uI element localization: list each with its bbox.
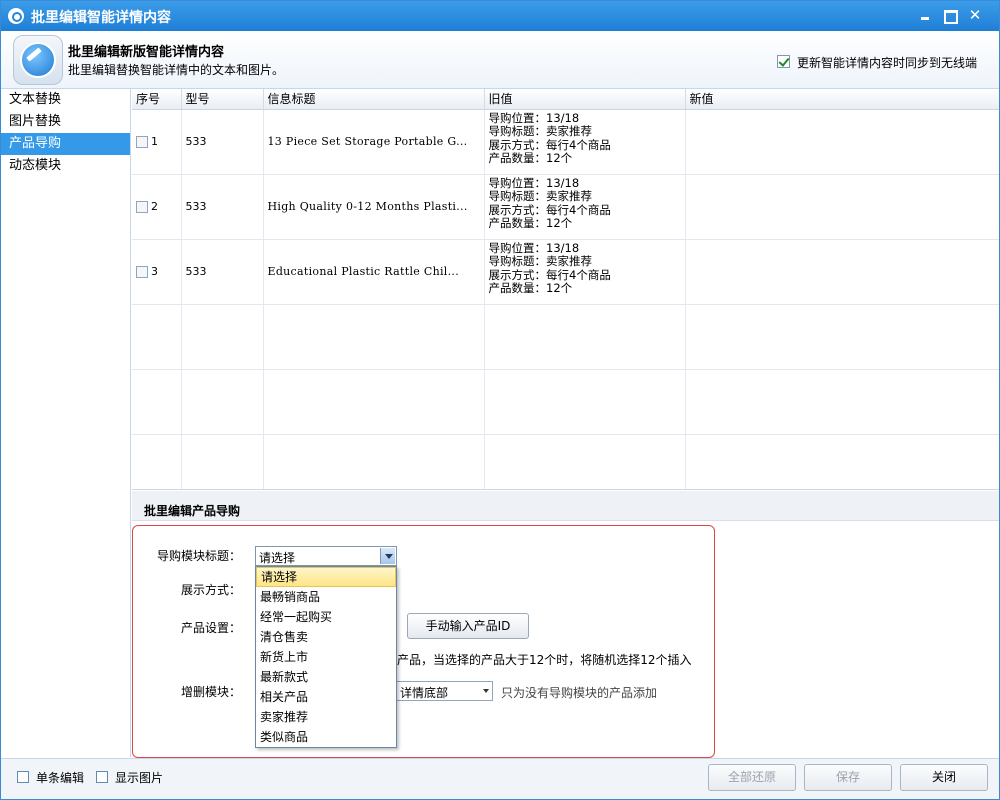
guide-title-value: 请选择 — [259, 551, 296, 565]
row-model: 533 — [181, 174, 264, 240]
row-checkbox[interactable] — [136, 266, 148, 278]
single-edit-checkbox[interactable] — [17, 771, 29, 783]
module-position-note: 只为没有导购模块的产品添加 — [501, 686, 658, 700]
col-title[interactable]: 信息标题 — [263, 89, 485, 110]
col-index[interactable]: 序号 — [132, 89, 182, 110]
row-old-value: 导购位置：13/18 导购标题：卖家推荐 展示方式：每行4个商品 产品数量：12… — [484, 174, 686, 240]
old-line: 导购位置：13/18 — [488, 175, 580, 190]
sidebar-item-product-guide[interactable]: 产品导购 — [1, 133, 130, 155]
restore-all-button[interactable]: 全部还原 — [708, 764, 796, 791]
app-logo-icon — [8, 8, 24, 24]
row-index-cell: 2 — [132, 174, 182, 240]
product-setting-label: 产品设置： — [180, 621, 241, 635]
row-checkbox[interactable] — [136, 136, 148, 148]
product-setting-note: 产品，当选择的产品大于12个时，将随机选择12个插入 — [397, 653, 692, 667]
dropdown-option[interactable]: 清仓售卖 — [256, 627, 396, 647]
row-old-value: 导购位置：13/18 导购标题：卖家推荐 展示方式：每行4个商品 产品数量：12… — [484, 239, 686, 305]
guide-title-label: 导购模块标题： — [156, 549, 241, 563]
sync-wireless-checkbox[interactable] — [777, 55, 790, 68]
manual-product-id-button[interactable]: 手动输入产品ID — [407, 613, 529, 639]
module-section-title: 批里编辑产品导购 — [144, 504, 241, 518]
header-title: 批里编辑新版智能详情内容 — [68, 45, 225, 60]
col-new-value[interactable]: 新值 — [685, 89, 999, 110]
close-button[interactable]: 关闭 — [900, 764, 988, 791]
header-subtitle: 批里编辑替换智能详情中的文本和图片。 — [68, 63, 285, 77]
old-line: 产品数量：12个 — [488, 151, 573, 165]
dropdown-option[interactable]: 类似商品 — [256, 727, 396, 747]
row-index: 3 — [151, 265, 158, 278]
row-index: 2 — [151, 200, 158, 213]
old-line: 展示方式：每行4个商品 — [488, 137, 611, 152]
sidebar-item-image-replace[interactable]: 图片替换 — [1, 111, 130, 133]
window-title: 批里编辑智能详情内容 — [31, 10, 171, 26]
product-table: 序号 型号 信息标题 旧值 新值 1 533 13 Piece Set Stor… — [132, 89, 999, 490]
footer-bar: 单条编辑 显示图片 全部还原 保存 关闭 — [1, 758, 999, 799]
dropdown-option[interactable]: 相关产品 — [256, 687, 396, 707]
show-images-checkbox[interactable] — [96, 771, 108, 783]
product-guide-form: 导购模块标题： 请选择 展示方式： 产品设置： 手动输入产品ID 产品，当选择的… — [132, 525, 715, 758]
sync-wireless-label[interactable]: 更新智能详情内容时同步到无线端 — [797, 54, 977, 71]
row-title: Educational Plastic Rattle Chil... — [263, 239, 485, 305]
save-button[interactable]: 保存 — [804, 764, 892, 791]
col-old-value[interactable]: 旧值 — [484, 89, 686, 110]
row-index-cell: 1 — [132, 109, 182, 175]
dropdown-option[interactable]: 经常一起购买 — [256, 607, 396, 627]
sidebar-item-dynamic-module[interactable]: 动态模块 — [1, 155, 130, 177]
row-index: 1 — [151, 135, 158, 148]
empty-row — [132, 304, 999, 370]
display-mode-label: 展示方式： — [180, 583, 241, 597]
row-new-value — [685, 174, 999, 240]
dropdown-option[interactable]: 新货上市 — [256, 647, 396, 667]
chevron-down-icon[interactable] — [483, 689, 489, 693]
row-checkbox[interactable] — [136, 201, 148, 213]
old-line: 导购位置：13/18 — [488, 240, 580, 255]
empty-row — [132, 434, 999, 489]
old-line: 展示方式：每行4个商品 — [488, 267, 611, 282]
table-row[interactable]: 2 533 High Quality 0-12 Months Plasti...… — [132, 174, 999, 240]
sidebar: 文本替换 图片替换 产品导购 动态模块 — [1, 89, 131, 757]
module-position-value: 详情底部 — [400, 686, 449, 700]
add-remove-module-label: 增删模块： — [180, 685, 241, 699]
table-row[interactable]: 1 533 13 Piece Set Storage Portable G...… — [132, 109, 999, 175]
close-window-button[interactable]: ✕ — [963, 5, 987, 25]
row-new-value — [685, 109, 999, 175]
row-new-value — [685, 239, 999, 305]
table-row[interactable]: 3 533 Educational Plastic Rattle Chil...… — [132, 239, 999, 305]
app-window: 批里编辑智能详情内容 ✕ 批里编辑新版智能详情内容 批里编辑替换智能详情中的文本… — [0, 0, 1000, 800]
table-header: 序号 型号 信息标题 旧值 新值 — [132, 89, 999, 110]
single-edit-label[interactable]: 单条编辑 — [36, 769, 84, 786]
old-line: 导购标题：卖家推荐 — [488, 124, 593, 138]
empty-row — [132, 369, 999, 435]
old-line: 展示方式：每行4个商品 — [488, 202, 611, 217]
dropdown-option[interactable]: 卖家推荐 — [256, 707, 396, 727]
edit-logo-icon — [13, 35, 63, 85]
row-model: 533 — [181, 109, 264, 175]
header: 批里编辑新版智能详情内容 批里编辑替换智能详情中的文本和图片。 更新智能详情内容… — [1, 31, 999, 89]
title-bar: 批里编辑智能详情内容 ✕ — [1, 1, 999, 31]
minimize-button[interactable] — [913, 5, 937, 25]
guide-title-dropdown: 请选择 最畅销商品 经常一起购买 清仓售卖 新货上市 最新款式 相关产品 卖家推… — [255, 566, 397, 748]
dropdown-option[interactable]: 最新款式 — [256, 667, 396, 687]
row-title: 13 Piece Set Storage Portable G... — [263, 109, 485, 175]
module-section-header: 批里编辑产品导购 — [132, 491, 999, 521]
show-images-label[interactable]: 显示图片 — [115, 769, 163, 786]
old-line: 产品数量：12个 — [488, 281, 573, 295]
old-line: 导购位置：13/18 — [488, 110, 580, 125]
dropdown-option[interactable]: 请选择 — [256, 567, 396, 587]
old-line: 导购标题：卖家推荐 — [488, 254, 593, 268]
row-old-value: 导购位置：13/18 导购标题：卖家推荐 展示方式：每行4个商品 产品数量：12… — [484, 109, 686, 175]
chevron-down-icon[interactable] — [380, 548, 395, 564]
old-line: 产品数量：12个 — [488, 216, 573, 230]
sidebar-item-text-replace[interactable]: 文本替换 — [1, 89, 130, 111]
row-model: 533 — [181, 239, 264, 305]
maximize-button[interactable] — [937, 5, 961, 25]
row-index-cell: 3 — [132, 239, 182, 305]
old-line: 导购标题：卖家推荐 — [488, 189, 593, 203]
module-position-select[interactable]: 详情底部 — [395, 681, 493, 701]
dropdown-option[interactable]: 最畅销商品 — [256, 587, 396, 607]
guide-title-select[interactable]: 请选择 — [255, 546, 397, 566]
col-model[interactable]: 型号 — [181, 89, 264, 110]
row-title: High Quality 0-12 Months Plasti... — [263, 174, 485, 240]
